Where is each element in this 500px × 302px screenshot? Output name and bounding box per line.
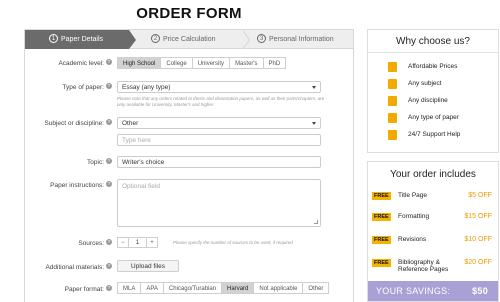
upload-files-button[interactable]: Upload files — [117, 260, 179, 272]
include-discount: $20 OFF — [464, 259, 492, 266]
feature-label: Affordable Prices — [408, 63, 458, 70]
paper-type-value: Essay (any type) — [122, 84, 171, 91]
step-label: Personal Information — [269, 36, 334, 43]
format-harvard[interactable]: Harvard — [222, 282, 255, 294]
support-person-icon — [388, 130, 397, 140]
include-discount: $15 OFF — [464, 213, 492, 220]
include-label: Title Page — [398, 192, 428, 199]
step-chevron — [242, 30, 249, 49]
paper-type-select[interactable]: Essay (any type) — [117, 81, 321, 93]
academic-level-masters[interactable]: Master's — [230, 57, 264, 69]
academic-level-university[interactable]: University — [192, 57, 231, 69]
format-mla[interactable]: MLA — [117, 282, 142, 294]
why-choose-us-panel: Why choose us? Affordable Prices Any sub… — [367, 29, 499, 153]
help-icon[interactable]: ? — [106, 263, 112, 270]
academic-level-phd[interactable]: PhD — [263, 57, 287, 69]
feature-label: Any type of paper — [408, 114, 459, 121]
subject-label: Subject or discipline:? — [44, 119, 112, 127]
step-personal-information[interactable]: 3 Personal Information — [257, 30, 334, 49]
help-icon[interactable]: ? — [106, 239, 112, 246]
help-icon[interactable]: ? — [106, 181, 112, 188]
free-badge: FREE — [372, 236, 391, 244]
format-chicago-turabian[interactable]: Chicago/Turabian — [163, 282, 223, 294]
why-choose-us-title: Why choose us? — [396, 36, 470, 47]
feature-label: 24/7 Support Help — [408, 131, 461, 138]
savings-bar: YOUR SAVINGS: $50 — [368, 281, 498, 301]
include-label: Bibliography & Reference Pages — [398, 259, 449, 273]
step-price-calculation[interactable]: 2 Price Calculation — [151, 30, 216, 49]
paper-format-label: Paper format:? — [64, 285, 112, 293]
book-icon — [388, 79, 397, 89]
include-label: Revisions — [398, 236, 427, 243]
sources-stepper: − 1 + — [117, 237, 158, 248]
chevron-down-icon — [312, 122, 316, 125]
include-discount: $5 OFF — [468, 192, 492, 199]
include-item: FREE Revisions $10 OFF — [372, 233, 496, 251]
materials-label: Additional materials:? — [45, 263, 112, 271]
sources-decrement-button[interactable]: − — [117, 237, 129, 248]
sources-label: Sources:? — [78, 239, 112, 247]
step-label: Paper Details — [61, 36, 104, 43]
step-label: Price Calculation — [163, 36, 216, 43]
subject-select[interactable]: Other — [117, 117, 321, 129]
help-icon[interactable]: ? — [106, 119, 112, 126]
instructions-textarea[interactable]: Optional field — [117, 179, 321, 227]
order-page: ORDER FORM 1 Paper Details 2 Price Calcula… — [0, 0, 500, 302]
free-badge: FREE — [372, 192, 391, 200]
format-apa[interactable]: APA — [141, 282, 164, 294]
topic-input[interactable]: Writer's choice — [117, 156, 321, 168]
help-icon[interactable]: ? — [106, 83, 112, 90]
step-number: 3 — [257, 33, 266, 43]
free-badge: FREE — [372, 213, 391, 221]
order-includes-panel: Your order includes FREE Title Page $5 O… — [367, 161, 499, 302]
resize-handle-icon[interactable] — [314, 220, 318, 224]
include-item: FREE Formatting $15 OFF — [372, 210, 496, 228]
format-not-applicable[interactable]: Not applicable — [254, 282, 304, 294]
document-icon — [388, 113, 397, 123]
include-discount: $10 OFF — [464, 236, 492, 243]
savings-label: YOUR SAVINGS: — [376, 286, 451, 296]
paper-type-note: Please note that any orders related to t… — [117, 96, 325, 107]
books-icon — [388, 96, 397, 106]
step-number: 2 — [151, 33, 160, 43]
format-other[interactable]: Other — [303, 282, 330, 294]
paper-format-selector: MLA APA Chicago/Turabian Harvard Not app… — [117, 282, 330, 294]
order-form: 1 Paper Details 2 Price Calculation 3 Perso… — [24, 29, 354, 302]
page-title: ORDER FORM — [136, 5, 242, 22]
include-item: FREE Title Page $5 OFF — [372, 189, 496, 207]
step-number: 1 — [49, 33, 58, 43]
academic-level-high-school[interactable]: High School — [117, 57, 162, 69]
price-tag-icon — [388, 62, 397, 72]
feature-label: Any subject — [408, 80, 442, 87]
paper-type-label: Type of paper:? — [62, 83, 112, 91]
subject-value: Other — [122, 120, 139, 127]
chevron-down-icon — [312, 86, 316, 89]
academic-level-college[interactable]: College — [161, 57, 193, 69]
step-paper-details[interactable]: 1 Paper Details — [25, 30, 129, 49]
feature-label: Any discipline — [408, 97, 448, 104]
academic-level-label: Academic level:? — [58, 59, 112, 67]
sources-value[interactable]: 1 — [129, 237, 146, 248]
sources-increment-button[interactable]: + — [146, 237, 158, 248]
include-label: Formatting — [398, 213, 430, 220]
help-icon[interactable]: ? — [106, 285, 112, 292]
order-includes-title: Your order includes — [390, 169, 476, 180]
savings-value: $50 — [472, 286, 488, 296]
step-chevron — [129, 30, 136, 49]
help-icon[interactable]: ? — [106, 158, 112, 165]
free-badge: FREE — [372, 259, 391, 267]
sources-note: Please specify the number of sources to … — [173, 240, 293, 245]
help-icon[interactable]: ? — [106, 59, 112, 66]
academic-level-selector: High School College University Master's … — [117, 57, 287, 69]
instructions-placeholder: Optional field — [122, 183, 160, 190]
step-bar: 1 Paper Details 2 Price Calculation 3 Perso… — [25, 30, 353, 49]
topic-label: Topic:? — [87, 158, 112, 166]
divider — [368, 52, 498, 53]
subject-other-input[interactable]: Type here — [117, 134, 321, 146]
instructions-label: Paper instructions:? — [50, 181, 112, 189]
include-item: FREE Bibliography & Reference Pages $20 … — [372, 256, 496, 274]
